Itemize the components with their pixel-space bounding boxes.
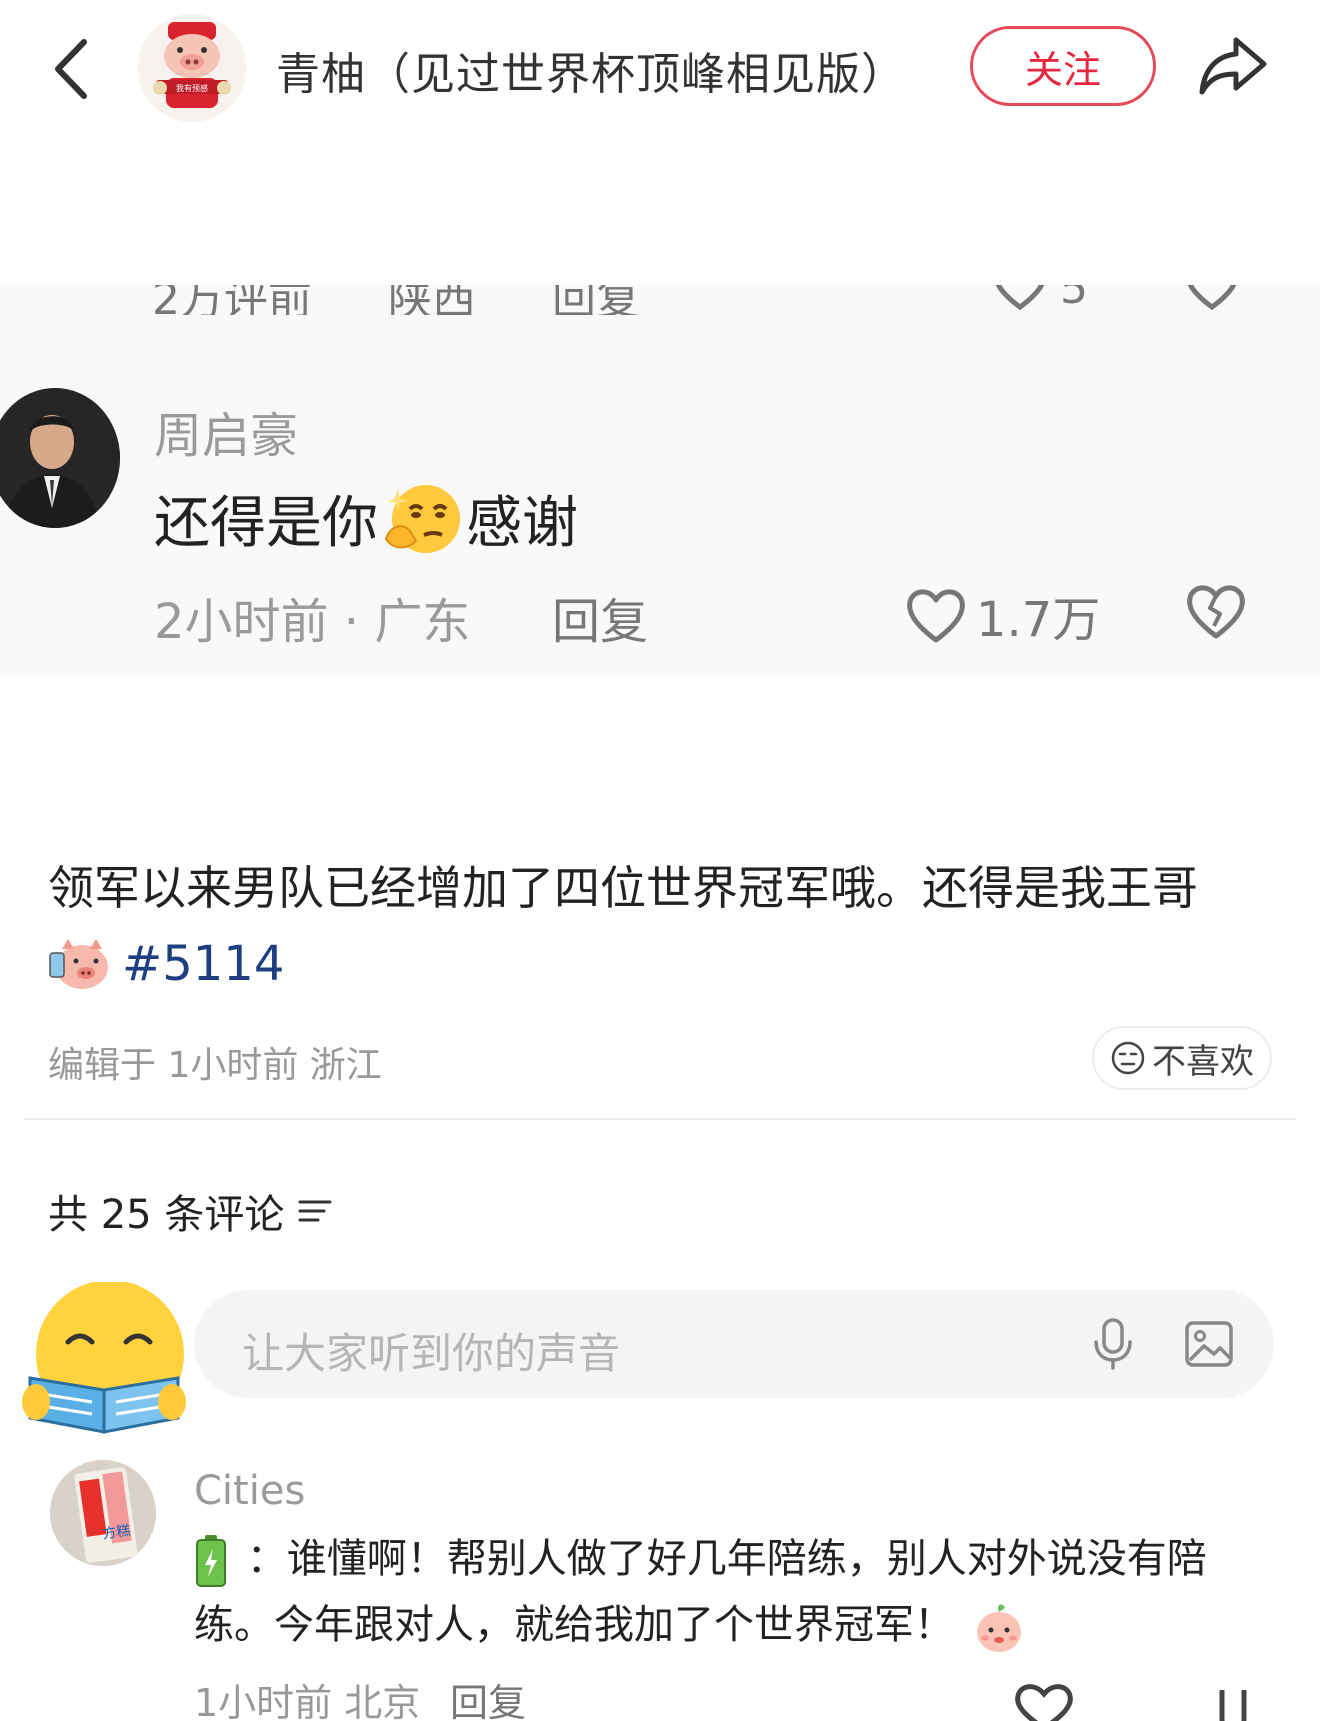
top-header: 我有预感 青柚（见过世界杯顶峰相见版） 关注 (0, 0, 1320, 150)
cities-comment-meta: 1小时前 北京 (194, 1681, 421, 1721)
broken-heart-icon (1187, 585, 1245, 639)
cities-comment-body: ：谁懂啊！帮别人做了好几年陪练，别人对外说没有陪练。今年跟对人，就给我加了个世界… (194, 1536, 1207, 1648)
comment-like-count: 1.7万 (976, 592, 1101, 648)
not-interested-label: 不喜欢 (1152, 1041, 1254, 1082)
comment-meta: 2小时前 · 广东 (154, 594, 471, 650)
comment-text-part2: 感谢 (466, 491, 578, 556)
cities-like-button[interactable] (1008, 1672, 1268, 1721)
follow-button[interactable]: 关注 (970, 26, 1156, 106)
heart-icon (1015, 1684, 1247, 1721)
author-name[interactable]: 青柚（见过世界杯顶峰相见版） (276, 38, 906, 102)
peach-face-emoji-icon (976, 1604, 1021, 1652)
comment-count-text: 共 25 条评论 (48, 1192, 285, 1238)
share-icon (1199, 37, 1267, 95)
comment-dislike-button[interactable] (1184, 580, 1248, 642)
heart-icon (907, 589, 965, 643)
heart-icon (995, 285, 1045, 311)
mic-icon[interactable] (1090, 1316, 1136, 1372)
cities-avatar[interactable]: 方糕 (50, 1460, 156, 1566)
reading-face-emoji-icon (22, 1280, 186, 1434)
battery-icon (196, 1535, 226, 1587)
cut-reply-text: 回复 (552, 285, 640, 315)
not-interested-button[interactable]: 不喜欢 (1092, 1026, 1272, 1090)
author-avatar[interactable]: 我有预感 (138, 14, 246, 122)
comment-input-placeholder: 让大家听到你的声音 (242, 1329, 621, 1378)
comment-text: 还得是你 感谢 (154, 478, 578, 559)
my-avatar[interactable] (22, 1280, 186, 1438)
cut-like-count: 5 (1060, 285, 1088, 314)
image-icon[interactable] (1184, 1320, 1234, 1368)
back-icon (55, 39, 87, 99)
cut-off-comment-row: 2万评前 陕西 回复 5 (0, 285, 1320, 315)
back-button[interactable] (48, 34, 98, 104)
pig-phone-emoji-icon (49, 939, 108, 989)
cut-place-text: 陕西 (388, 285, 476, 315)
cities-reply-button[interactable]: 回复 (450, 1672, 526, 1721)
cities-comment-text: ：谁懂啊！帮别人做了好几年陪练，别人对外说没有陪练。今年跟对人，就给我加了个世界… (194, 1526, 1274, 1658)
cities-username[interactable]: Cities (194, 1468, 305, 1514)
broken-heart-icon (1187, 285, 1237, 311)
snack-package-photo: 方糕 (50, 1460, 156, 1566)
post-edit-meta: 编辑于 1小时前 浙江 (48, 1045, 382, 1086)
commenter-name[interactable]: 周启豪 (154, 396, 298, 466)
thinking-face-emoji-icon (384, 484, 460, 553)
post-body: 领军以来男队已经增加了四位世界冠军哦。还得是我王哥 #5114 (48, 850, 1288, 1002)
cut-time-text: 2万评前 (152, 285, 312, 315)
comment-count-header: 共 25 条评论 (48, 1182, 332, 1240)
post-text: 领军以来男队已经增加了四位世界冠军哦。还得是我王哥 (48, 861, 1198, 915)
pig-mascot-icon: 我有预感 (138, 14, 246, 122)
comment-reply-button[interactable]: 回复 (552, 582, 648, 652)
svg-text:我有预感: 我有预感 (176, 83, 208, 93)
neutral-face-icon (1111, 1041, 1145, 1075)
sort-icon[interactable] (298, 1196, 332, 1226)
share-button[interactable] (1196, 34, 1270, 98)
comment-text-part1: 还得是你 (154, 491, 378, 556)
comment-input[interactable]: 让大家听到你的声音 (194, 1290, 1274, 1398)
section-divider (24, 1118, 1296, 1120)
comment-like-button[interactable]: 1.7万 (904, 580, 1100, 650)
post-hashtag[interactable]: #5114 (122, 926, 284, 1002)
post-line2: #5114 (48, 926, 1288, 1002)
